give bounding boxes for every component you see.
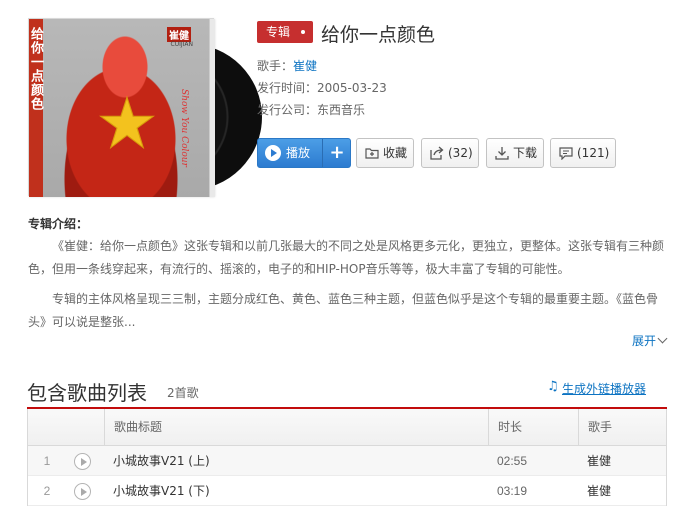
album-badge-label: 专辑 xyxy=(266,25,291,39)
download-icon xyxy=(495,147,509,160)
intro-paragraph-1: 《崔健：给你一点颜色》这张专辑和以前几张最大的不同之处是风格更多元化，更独立，更… xyxy=(28,239,665,276)
release-row: 发行时间：2005-03-23 xyxy=(257,79,387,96)
folder-add-icon xyxy=(365,148,379,159)
table-row[interactable]: 2 小城故事V21 (下) 03:19 崔健 xyxy=(28,476,666,506)
tracklist-title: 包含歌曲列表 xyxy=(27,381,147,405)
expand-button[interactable]: 展开 xyxy=(632,332,668,349)
add-to-playlist-button[interactable]: + xyxy=(323,139,351,167)
album-title: 给你一点颜色 xyxy=(321,24,436,46)
share-button[interactable]: (32) xyxy=(421,138,479,168)
external-player-link[interactable]: ♫ 生成外链播放器 xyxy=(547,379,647,397)
track-number: 2 xyxy=(43,484,51,498)
header-artist: 歌手 xyxy=(578,409,666,446)
cover-brand-logo: 崔健 xyxy=(167,27,191,42)
track-play-icon[interactable] xyxy=(74,453,91,470)
track-play-icon[interactable] xyxy=(74,483,91,500)
table-row[interactable]: 1 小城故事V21 (上) 02:55 崔健 xyxy=(28,446,666,476)
chevron-down-icon xyxy=(657,333,668,344)
track-name[interactable]: 小城故事V21 (下) xyxy=(113,476,210,506)
play-button[interactable]: 播放 xyxy=(258,139,322,167)
track-duration: 03:19 xyxy=(497,484,528,498)
artist-link[interactable]: 崔健 xyxy=(293,59,317,73)
cover-edge xyxy=(209,19,215,197)
company-label: 发行公司： xyxy=(257,103,318,117)
favorite-button-label: 收藏 xyxy=(383,146,408,160)
table-header: 歌曲标题 时长 歌手 xyxy=(28,409,666,446)
cover-image: 给你一点颜色 崔健 CUIJIAN Show You Colour xyxy=(29,19,209,197)
play-icon xyxy=(265,145,281,161)
share-icon xyxy=(430,146,444,160)
expand-label: 展开 xyxy=(632,334,657,348)
track-table: 歌曲标题 时长 歌手 1 小城故事V21 (上) 02:55 崔健 2 小城故事… xyxy=(27,409,667,506)
company-row: 发行公司：东西音乐 xyxy=(257,101,365,118)
header-duration: 时长 xyxy=(488,409,578,446)
badge-dot-icon xyxy=(301,30,305,34)
track-duration: 02:55 xyxy=(497,454,528,468)
favorite-button[interactable]: 收藏 xyxy=(356,138,414,168)
play-button-label: 播放 xyxy=(286,146,311,160)
play-button-group: 播放 + xyxy=(257,138,351,168)
comment-count: (121) xyxy=(577,146,610,160)
company-name: 东西音乐 xyxy=(317,103,366,117)
cover-frame: 给你一点颜色 崔健 CUIJIAN Show You Colour xyxy=(28,18,215,197)
intro-label: 专辑介绍： xyxy=(28,217,89,231)
external-player-label: 生成外链播放器 xyxy=(562,382,647,396)
music-note-icon: ♫ xyxy=(547,379,559,394)
track-name[interactable]: 小城故事V21 (上) xyxy=(113,446,210,476)
download-button-label: 下载 xyxy=(513,146,538,160)
track-number: 1 xyxy=(43,454,51,468)
star-icon xyxy=(99,95,155,150)
release-date: 2005-03-23 xyxy=(317,81,387,95)
artist-label: 歌手： xyxy=(257,59,294,73)
cover-brand-en: CUIJIAN xyxy=(170,41,193,48)
download-button[interactable]: 下载 xyxy=(486,138,544,168)
tracklist-count: 2首歌 xyxy=(167,386,199,400)
comment-icon xyxy=(559,147,573,160)
cover-title-text: 给你一点颜色 xyxy=(29,27,43,111)
track-artist[interactable]: 崔健 xyxy=(587,446,611,476)
artist-row: 歌手：崔健 xyxy=(257,57,317,74)
track-artist[interactable]: 崔健 xyxy=(587,476,611,506)
cover-script-text: Show You Colour xyxy=(179,89,189,167)
album-cover: 给你一点颜色 崔健 CUIJIAN Show You Colour xyxy=(28,18,262,197)
album-badge: 专辑 xyxy=(257,21,313,43)
header-title: 歌曲标题 xyxy=(104,409,488,446)
intro-paragraph-2: 专辑的主体风格呈现三三制，主题分成红色、黄色、蓝色三种主题，但蓝色似乎是这个专辑… xyxy=(28,292,659,329)
share-count: (32) xyxy=(448,146,473,160)
release-label: 发行时间： xyxy=(257,81,318,95)
comment-button[interactable]: (121) xyxy=(550,138,616,168)
